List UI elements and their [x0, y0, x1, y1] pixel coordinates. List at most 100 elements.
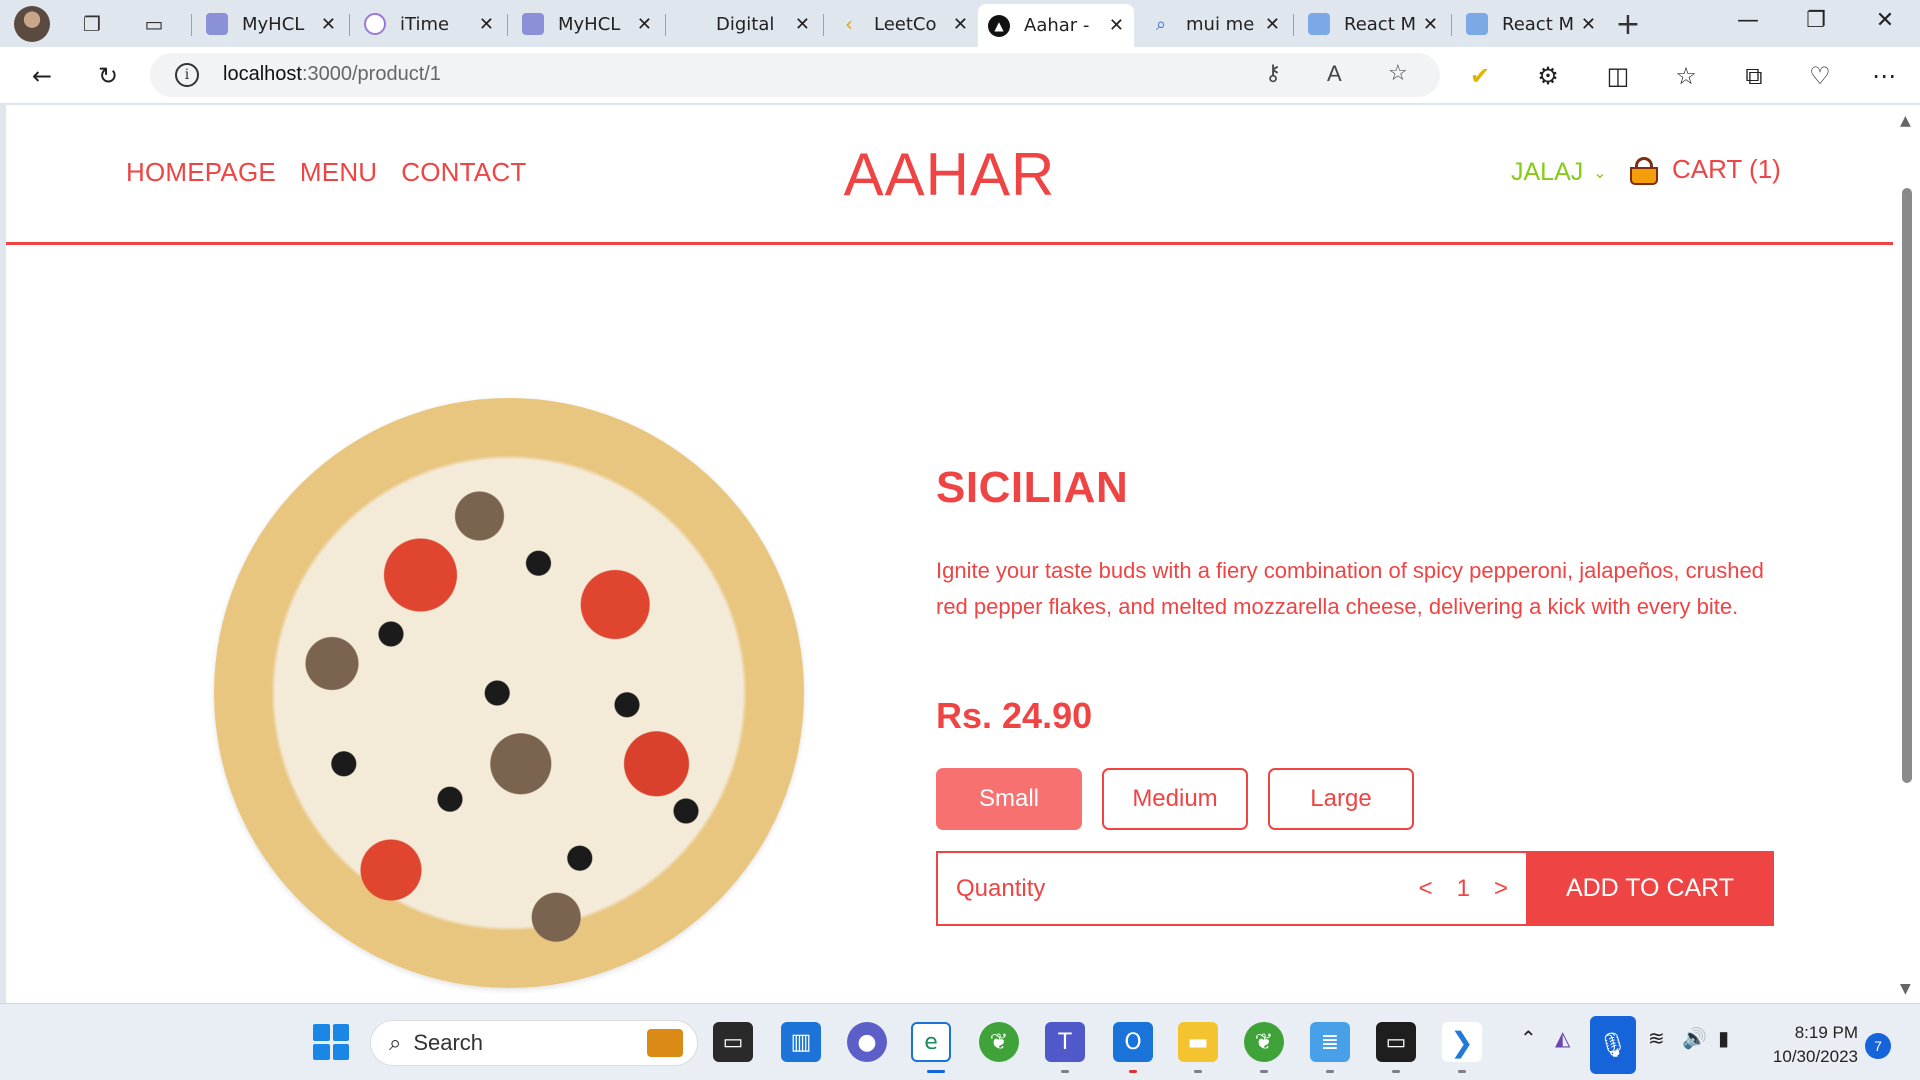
favorite-star-icon[interactable]: ☆: [1388, 61, 1408, 86]
browser-tab[interactable]: MyHCL ✕: [196, 6, 346, 42]
notification-badge[interactable]: 7: [1865, 1033, 1891, 1059]
search-icon: ⌕: [1155, 13, 1167, 35]
terminal-icon[interactable]: ▭: [1376, 1022, 1416, 1062]
refresh-icon[interactable]: ↻: [90, 58, 126, 94]
close-tab-icon[interactable]: ✕: [953, 14, 968, 35]
decrement-button[interactable]: <: [1419, 875, 1433, 903]
widgets-icon[interactable]: ▥: [781, 1022, 821, 1062]
close-tab-icon[interactable]: ✕: [795, 14, 810, 35]
scroll-down-icon[interactable]: ▼: [1900, 981, 1911, 997]
quantity-row: Quantity < 1 > ADD TO CART: [936, 851, 1774, 926]
cart-link[interactable]: CART (1): [1628, 154, 1781, 185]
key-icon[interactable]: ⚷: [1265, 61, 1281, 86]
browser-tab[interactable]: React M ✕: [1456, 6, 1606, 42]
clock-icon: [364, 13, 386, 35]
tab-actions-icon[interactable]: ▭: [140, 10, 168, 38]
chat-icon[interactable]: ●: [847, 1022, 887, 1062]
browser-essentials-icon[interactable]: ♡: [1802, 58, 1838, 94]
close-tab-icon[interactable]: ✕: [1109, 15, 1124, 36]
collections-icon[interactable]: ⧉: [1736, 58, 1772, 94]
task-view-icon[interactable]: ▭: [713, 1022, 753, 1062]
increment-button[interactable]: >: [1494, 875, 1508, 903]
search-icon: ⌕: [389, 1030, 402, 1055]
scrollbar-thumb[interactable]: [1902, 188, 1912, 783]
size-large-button[interactable]: Large: [1268, 768, 1414, 830]
url-text[interactable]: localhost:3000/product/1: [223, 63, 441, 86]
user-menu[interactable]: JALAJ ⌄: [1511, 158, 1607, 187]
close-tab-icon[interactable]: ✕: [1423, 14, 1438, 35]
page-viewport: HOMEPAGE MENU CONTACT AAHAR JALAJ ⌄ CART…: [6, 105, 1893, 1003]
blank-favicon-icon: [680, 13, 702, 35]
back-icon[interactable]: ←: [24, 58, 60, 94]
edge-icon[interactable]: e: [911, 1022, 951, 1062]
outlook-icon[interactable]: O: [1113, 1022, 1153, 1062]
close-tab-icon[interactable]: ✕: [321, 14, 336, 35]
basket-icon: [1628, 155, 1660, 185]
mui-favicon-icon: [1308, 13, 1330, 35]
cart-label: CART (1): [1672, 154, 1781, 184]
product-image: [214, 398, 804, 988]
taskbar-search[interactable]: ⌕ Search: [370, 1020, 698, 1066]
myhcl-favicon-icon: [522, 13, 544, 35]
browser-toolbar: ← ↻ i localhost:3000/product/1 ⚷ A ☆ ✔ ⚙…: [0, 47, 1920, 104]
aahar-favicon-icon: ▲: [988, 14, 1010, 37]
battery-icon[interactable]: ▮: [1718, 1026, 1729, 1050]
myhcl-favicon-icon: [206, 13, 228, 35]
new-tab-icon[interactable]: +: [1614, 7, 1642, 42]
size-options: Small Medium Large: [936, 768, 1414, 830]
browser-tab[interactable]: Digital ✕: [670, 6, 820, 42]
browser-tab[interactable]: iTime ✕: [354, 6, 504, 42]
close-tab-icon[interactable]: ✕: [637, 14, 652, 35]
teams-icon[interactable]: T: [1045, 1022, 1085, 1062]
browser-tab-active[interactable]: ▲ Aahar - ✕: [978, 4, 1134, 47]
size-small-button[interactable]: Small: [936, 768, 1082, 830]
extensions-icon[interactable]: ⚙: [1530, 58, 1566, 94]
close-window-icon[interactable]: ✕: [1865, 8, 1905, 33]
chevron-up-icon[interactable]: ⌃: [1520, 1026, 1537, 1050]
product-description: Ignite your taste buds with a fiery comb…: [936, 558, 1764, 619]
browser-tab[interactable]: MyHCL ✕: [512, 6, 662, 42]
extension-check-icon[interactable]: ✔: [1462, 58, 1498, 94]
taskbar: ⌕ Search ▭ ▥ ● e ❦ T O ▬ ❦ ≣ ▭ ❯ ⌃ ◭ 🎙 ≋…: [0, 1003, 1920, 1080]
spring-tool-icon[interactable]: ❦: [1244, 1022, 1284, 1062]
product-title: SICILIAN: [936, 463, 1129, 512]
system-clock[interactable]: 8:19 PM 10/30/2023: [1758, 1021, 1858, 1069]
tray-app-icon[interactable]: ◭: [1555, 1026, 1570, 1050]
volume-icon[interactable]: 🔊: [1682, 1026, 1707, 1050]
start-windows-icon[interactable]: [313, 1024, 349, 1060]
restore-icon[interactable]: ❐: [1796, 8, 1836, 33]
wifi-icon[interactable]: ≋: [1648, 1026, 1665, 1050]
microphone-icon[interactable]: 🎙: [1590, 1016, 1636, 1074]
spring-tool-icon[interactable]: ❦: [979, 1022, 1019, 1062]
user-name: JALAJ: [1511, 158, 1584, 186]
quantity-value: 1: [1456, 874, 1470, 902]
vscode-icon[interactable]: ❯: [1442, 1022, 1482, 1062]
size-medium-button[interactable]: Medium: [1102, 768, 1248, 830]
profile-avatar[interactable]: [14, 6, 50, 42]
browser-tab[interactable]: ⌕ mui me ✕: [1140, 6, 1290, 42]
site-header: HOMEPAGE MENU CONTACT AAHAR JALAJ ⌄ CART…: [6, 105, 1893, 245]
site-logo[interactable]: AAHAR: [6, 140, 1893, 209]
mui-favicon-icon: [1466, 13, 1488, 35]
scroll-up-icon[interactable]: ▲: [1900, 113, 1911, 129]
browser-tab[interactable]: ‹ LeetCo ✕: [828, 6, 978, 42]
close-tab-icon[interactable]: ✕: [1581, 14, 1596, 35]
more-menu-icon[interactable]: ⋯: [1866, 58, 1902, 94]
workspaces-icon[interactable]: ❐: [78, 10, 106, 38]
close-tab-icon[interactable]: ✕: [1265, 14, 1280, 35]
site-info-icon[interactable]: i: [175, 63, 199, 87]
browser-tab[interactable]: React M ✕: [1298, 6, 1448, 42]
address-bar[interactable]: i localhost:3000/product/1 ⚷ A ☆: [150, 53, 1440, 97]
read-aloud-icon[interactable]: A: [1327, 61, 1342, 87]
file-explorer-icon[interactable]: ▬: [1178, 1022, 1218, 1062]
favorites-icon[interactable]: ☆: [1668, 58, 1704, 94]
clock-time: 8:19 PM: [1794, 1023, 1858, 1042]
minimize-icon[interactable]: —: [1728, 8, 1768, 33]
page-scrollbar[interactable]: ▲ ▼: [1893, 105, 1920, 1003]
browser-tab-strip: ❐ ▭ MyHCL ✕ iTime ✕ MyHCL ✕ Digital ✕ ‹ …: [0, 0, 1920, 47]
split-screen-icon[interactable]: ◫: [1600, 58, 1636, 94]
search-label: Search: [413, 1030, 484, 1055]
add-to-cart-button[interactable]: ADD TO CART: [1526, 851, 1774, 926]
notepad-icon[interactable]: ≣: [1310, 1022, 1350, 1062]
close-tab-icon[interactable]: ✕: [479, 14, 494, 35]
